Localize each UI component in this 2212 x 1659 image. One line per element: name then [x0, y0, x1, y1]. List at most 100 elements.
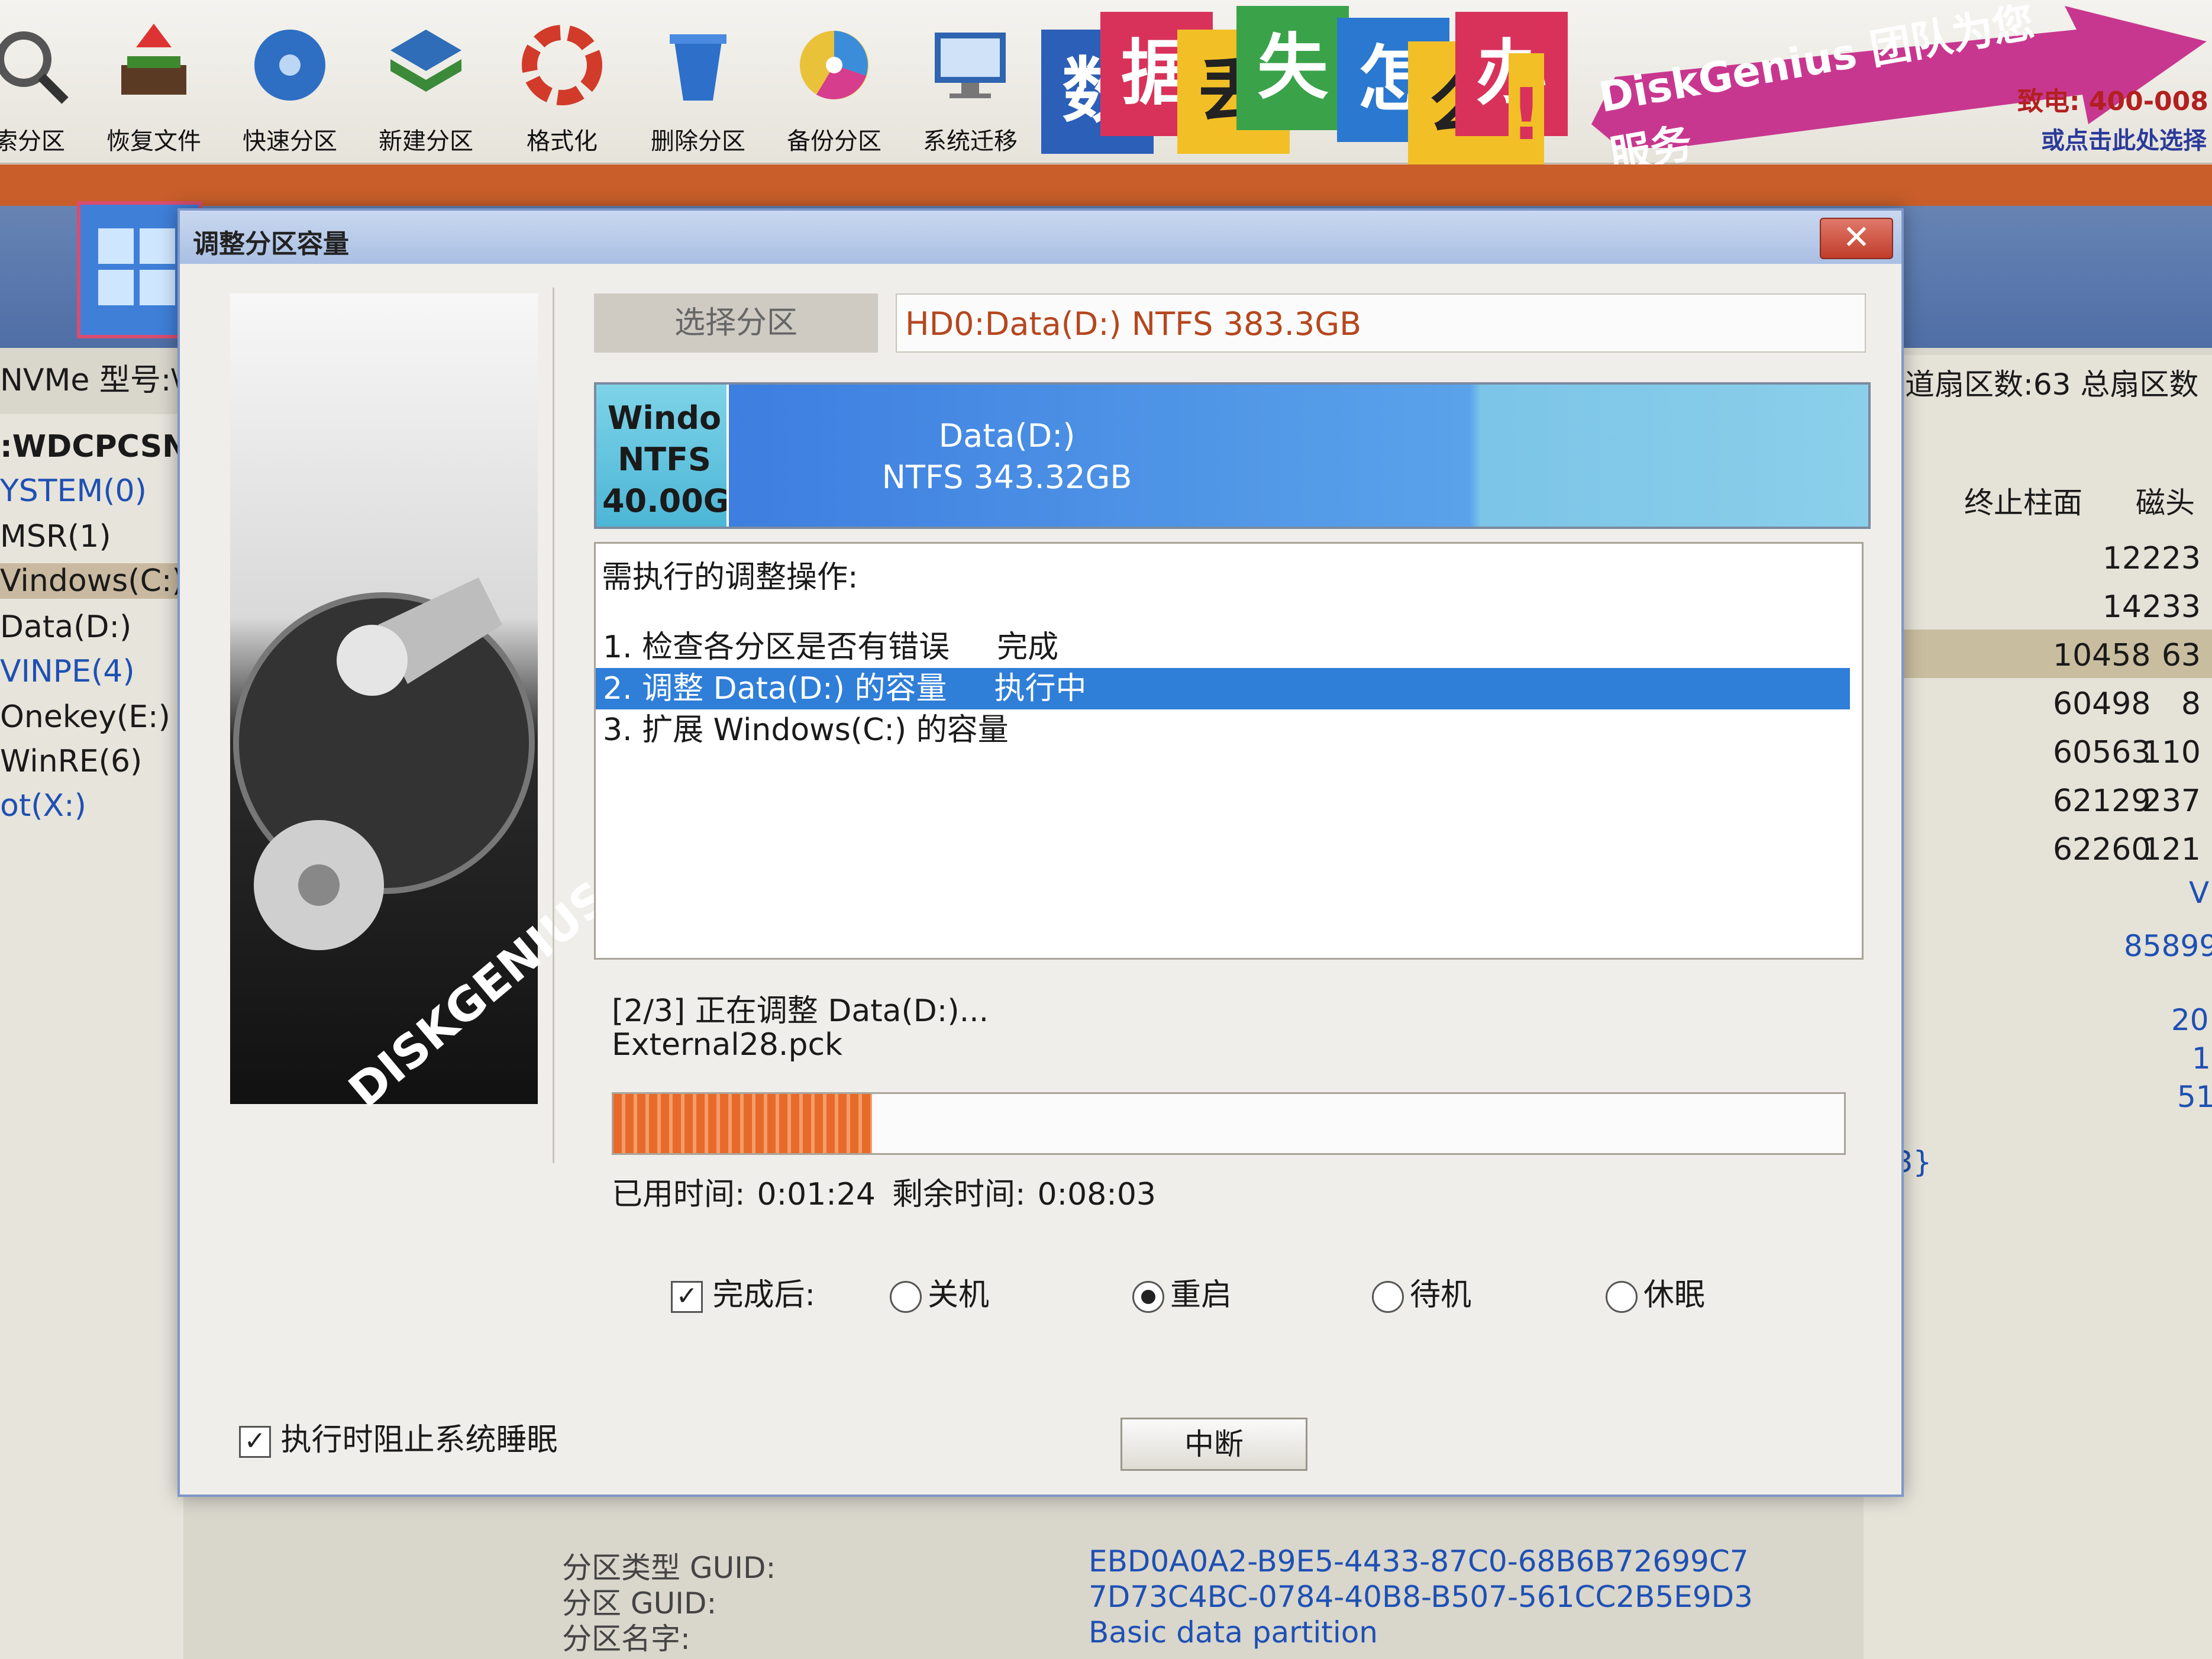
operations-heading: 需执行的调整操作: [602, 552, 858, 596]
prevent-sleep-label: 执行时阻止系统睡眠 [281, 1422, 558, 1458]
info-value: 85899 [2124, 929, 2212, 963]
tree-item-msr[interactable]: MSR(1) [0, 519, 111, 554]
after-completion-checkbox[interactable]: ✓ 完成后: [671, 1270, 815, 1314]
delete-partition-button[interactable]: 删除分区 [633, 24, 763, 154]
banner-char: 失 [1236, 6, 1349, 130]
tree-item-winpe[interactable]: VINPE(4) [0, 654, 135, 689]
dialog-separator [553, 288, 554, 1163]
checkbox-checked-icon: ✓ [239, 1426, 271, 1458]
partition-name-value: Basic data partition [1089, 1615, 1378, 1650]
table-row-selected[interactable]: 8 10458 63 [1864, 630, 2212, 678]
table-cell: 14 [2053, 589, 2142, 625]
checkbox-checked-icon: ✓ [671, 1281, 703, 1313]
search-partition-icon [0, 24, 71, 106]
operation-status: 完成 [997, 630, 1058, 665]
info-value: V [2189, 876, 2209, 910]
operation-item: 3. 扩展 Windows(C:) 的容量 [596, 709, 1850, 751]
table-cell: 12 [2053, 541, 2142, 576]
system-migration-label: 系统迁移 [905, 122, 1035, 156]
table-row[interactable]: 3 12 223 [1864, 532, 2212, 581]
new-partition-button[interactable]: 新建分区 [361, 24, 491, 154]
delete-partition-label: 删除分区 [633, 122, 763, 156]
elapsed-value: 0:01:24 [757, 1177, 876, 1212]
partition-details: 分区类型 GUID: EBD0A0A2-B9E5-4433-87C0-68B6B… [550, 1538, 2212, 1659]
recover-files-icon [112, 24, 195, 106]
quick-partition-button[interactable]: 快速分区 [225, 24, 355, 154]
after-completion-row: ✓ 完成后: 关机 重启 待机 休眠 [671, 1270, 1854, 1317]
partition-block-name: Data(D:) [729, 417, 1285, 454]
after-completion-label: 完成后: [713, 1277, 816, 1313]
select-partition-button[interactable]: 选择分区 [594, 293, 878, 353]
tree-item-data[interactable]: Data(D:) [0, 609, 131, 645]
info-value: 51 [2177, 1080, 2212, 1114]
backup-partition-button[interactable]: 备份分区 [769, 24, 899, 154]
table-cell: 62129 [2053, 783, 2142, 819]
partition-table-panel: 磁道扇区数:63 总扇区数 区 终止柱面 磁头 3 12 223 0 14 23… [1864, 355, 2212, 1659]
radio-icon [1372, 1281, 1404, 1313]
partition-block-size: 40.00GB [602, 482, 726, 519]
radio-icon [890, 1281, 922, 1313]
table-cell: 223 [2136, 541, 2201, 576]
tree-item-winre[interactable]: WinRE(6) [0, 744, 142, 779]
partition-tree[interactable]: :WDCPCSN YSTEM(0) MSR(1) Vindows(C:) Dat… [0, 414, 183, 1659]
banner-phone: 致电: 400-008 [2017, 80, 2208, 118]
table-row[interactable]: 8 62129 237 [1864, 775, 2212, 824]
close-button[interactable]: ✕ [1820, 218, 1893, 259]
operation-item-active: 2. 调整 Data(D:) 的容量执行中 [596, 668, 1850, 709]
column-header[interactable]: 磁头 [2136, 479, 2195, 522]
recover-files-label: 恢复文件 [89, 122, 219, 156]
table-row[interactable]: 1 62260 121 [1864, 824, 2212, 872]
remaining-label: 剩余时间: [892, 1177, 1026, 1212]
table-row[interactable]: 4 60563 110 [1864, 727, 2212, 775]
trash-icon [657, 24, 740, 106]
column-header[interactable]: 终止柱面 [1964, 479, 2082, 522]
ad-banner[interactable]: 数 据 丢 失 怎 么 办 ! DiskGenius 团队为您服务 致电: 40… [1041, 6, 2212, 160]
type-guid-value: EBD0A0A2-B9E5-4433-87C0-68B6B72699C7 [1089, 1544, 1749, 1579]
backup-partition-icon [793, 24, 876, 106]
diskgenius-hdd-image: DISKGENIUS [230, 293, 538, 1104]
tree-item-onekey[interactable]: Onekey(E:) [0, 699, 170, 735]
table-cell: 62260 [2053, 832, 2142, 867]
recover-files-button[interactable]: 恢复文件 [89, 24, 219, 154]
disk-model-info: NVMe 型号:\ [0, 355, 182, 399]
table-cell: 233 [2136, 589, 2201, 625]
radio-selected-icon [1132, 1281, 1164, 1313]
format-button[interactable]: 格式化 [497, 24, 627, 154]
progress-current-file: External28.pck [612, 1027, 842, 1063]
elapsed-label: 已用时间: [612, 1177, 745, 1212]
partition-block-data[interactable]: Data(D:) NTFS 343.32GB [729, 385, 1868, 527]
dialog-title: 调整分区容量 [193, 222, 349, 260]
radio-label: 重启 [1170, 1277, 1232, 1313]
table-row[interactable]: 0 14 233 [1864, 581, 2212, 630]
radio-hibernate[interactable]: 休眠 [1606, 1270, 1705, 1314]
radio-restart[interactable]: 重启 [1132, 1270, 1232, 1314]
operation-text: 3. 扩展 Windows(C:) 的容量 [603, 712, 1009, 748]
radio-label: 休眠 [1643, 1277, 1705, 1313]
abort-button[interactable]: 中断 [1120, 1418, 1307, 1471]
operations-list: 需执行的调整操作: 1. 检查各分区是否有错误完成 2. 调整 Data(D:)… [594, 542, 1864, 960]
tree-item-boot[interactable]: ot(X:) [0, 788, 86, 824]
quick-partition-label: 快速分区 [225, 122, 355, 156]
tree-item-system[interactable]: YSTEM(0) [0, 473, 147, 509]
table-cell: 10458 [2053, 638, 2142, 673]
disk-map-partition-bar[interactable] [0, 164, 2212, 206]
new-partition-label: 新建分区 [361, 122, 491, 156]
partition-block-fs: NTFS [602, 441, 726, 478]
dialog-titlebar[interactable]: 调整分区容量 ✕ [180, 211, 1901, 264]
partition-block-windows[interactable]: Windo NTFS 40.00GB [596, 385, 726, 527]
remaining-value: 0:08:03 [1038, 1177, 1156, 1212]
close-icon: ✕ [1843, 218, 1871, 257]
tree-item-windows[interactable]: Vindows(C:) [0, 563, 183, 599]
operation-status: 执行中 [994, 671, 1087, 706]
new-partition-icon [385, 24, 467, 106]
table-row[interactable]: 8 60498 8 [1864, 678, 2212, 727]
search-partition-button[interactable]: 索分区 [0, 24, 95, 154]
banner-click-text[interactable]: 或点击此处选择 [2041, 121, 2207, 156]
format-label: 格式化 [497, 122, 627, 156]
radio-standby[interactable]: 待机 [1372, 1270, 1471, 1314]
prevent-sleep-checkbox[interactable]: ✓ 执行时阻止系统睡眠 [239, 1415, 558, 1459]
tree-item-disk[interactable]: :WDCPCSN [0, 429, 188, 464]
radio-shutdown[interactable]: 关机 [890, 1270, 989, 1314]
system-migration-button[interactable]: 系统迁移 [905, 24, 1035, 154]
table-cell: 60563 [2053, 735, 2142, 770]
